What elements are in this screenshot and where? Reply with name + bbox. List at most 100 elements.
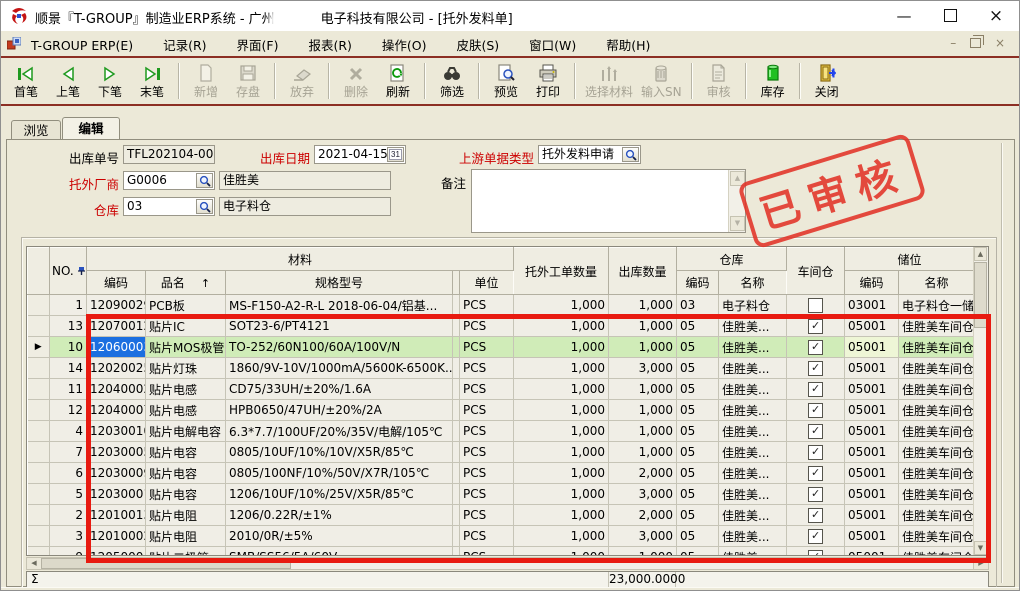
remark-textarea[interactable]: ▲ ▼	[471, 169, 746, 233]
last-record-button[interactable]: 末笔	[131, 59, 173, 103]
header-code[interactable]: 编码	[87, 271, 146, 295]
row-indicator-cell[interactable]	[28, 400, 50, 421]
inventory-button[interactable]: 库存	[752, 59, 794, 103]
cell-wh_name[interactable]: 佳胜美...	[719, 547, 787, 557]
cell-spec[interactable]: 2010/0R/±5%	[226, 526, 453, 547]
cell-no[interactable]: 5	[50, 484, 87, 505]
row-indicator-cell[interactable]	[28, 442, 50, 463]
cell-wh_name[interactable]: 佳胜美...	[719, 358, 787, 379]
cell-out_qty[interactable]: 3,000	[609, 526, 677, 547]
upstream-type-field[interactable]: 托外发料申请	[538, 145, 641, 164]
cell-spec[interactable]: 6.3*7.7/100UF/20%/35V/电解/105℃	[226, 421, 453, 442]
horizontal-scroll-thumb[interactable]	[41, 558, 291, 569]
cell-loc_name[interactable]: 佳胜美车间仓	[899, 442, 975, 463]
cell-code[interactable]: 12060003	[87, 337, 146, 358]
issue-date-field[interactable]: 2021-04-15 31	[314, 145, 406, 164]
menu-operation[interactable]: 操作(O)	[382, 38, 427, 53]
cell-code[interactable]: 12030009	[87, 463, 146, 484]
cell-out_qty[interactable]: 1,000	[609, 547, 677, 557]
cell-spec[interactable]: 1206/10UF/10%/25V/X5R/85℃	[226, 484, 453, 505]
scroll-right-icon[interactable]: ▶	[973, 558, 988, 569]
cell-workshop[interactable]: ✓	[787, 316, 845, 337]
cell-workshop[interactable]: ✓	[787, 379, 845, 400]
menu-window[interactable]: 窗口(W)	[529, 38, 576, 53]
cell-loc_name[interactable]: 佳胜美车间仓	[899, 484, 975, 505]
cell-loc_code[interactable]: 05001	[845, 463, 899, 484]
cell-name[interactable]: 贴片IC	[146, 316, 226, 337]
cell-wo_qty[interactable]: 1,000	[514, 316, 609, 337]
cell-wo_qty[interactable]: 1,000	[514, 400, 609, 421]
cell-wh_name[interactable]: 佳胜美...	[719, 442, 787, 463]
menu-tgroup-erp[interactable]: T-GROUP ERP(E)	[31, 38, 133, 53]
row-indicator-cell[interactable]	[28, 379, 50, 400]
mdi-restore-button[interactable]	[970, 38, 981, 48]
cell-wh_name[interactable]: 佳胜美...	[719, 505, 787, 526]
mdi-minimize-button[interactable]: –	[950, 36, 956, 50]
cell-loc_code[interactable]: 05001	[845, 421, 899, 442]
vendor-code-field[interactable]: G0006	[123, 171, 215, 190]
cell-workshop[interactable]: ✓	[787, 442, 845, 463]
cell-out_qty[interactable]: 1,000	[609, 421, 677, 442]
cell-no[interactable]: 6	[50, 463, 87, 484]
workshop-checkbox-unchecked[interactable]	[808, 298, 823, 313]
cell-loc_code[interactable]: 05001	[845, 400, 899, 421]
workshop-checkbox-checked[interactable]: ✓	[808, 487, 823, 502]
cell-unit[interactable]: PCS	[460, 316, 514, 337]
cell-wh_code[interactable]: 05	[677, 442, 719, 463]
cell-out_qty[interactable]: 2,000	[609, 505, 677, 526]
header-wh-code[interactable]: 编码	[677, 271, 719, 295]
cell-workshop[interactable]: ✓	[787, 421, 845, 442]
cell-loc_name[interactable]: 佳胜美车间仓	[899, 316, 975, 337]
cell-name[interactable]: 贴片电解电容	[146, 421, 226, 442]
cell-loc_code[interactable]: 03001	[845, 295, 899, 316]
header-spec[interactable]: 规格型号	[226, 271, 453, 295]
cell-wo_qty[interactable]: 1,000	[514, 547, 609, 557]
cell-out_qty[interactable]: 1,000	[609, 295, 677, 316]
cell-spec[interactable]: SMB/SS56/5A/60V	[226, 547, 453, 557]
cell-workshop[interactable]: ✓	[787, 526, 845, 547]
cell-workshop[interactable]: ✓	[787, 463, 845, 484]
cell-wh_code[interactable]: 05	[677, 505, 719, 526]
header-loc-code[interactable]: 编码	[845, 271, 899, 295]
cell-name[interactable]: 贴片电阻	[146, 505, 226, 526]
header-wh-name[interactable]: 名称	[719, 271, 787, 295]
cell-no[interactable]: 4	[50, 421, 87, 442]
vertical-scrollbar[interactable]: ▲ ▼	[973, 247, 988, 555]
cell-wh_name[interactable]: 佳胜美...	[719, 463, 787, 484]
cell-workshop[interactable]: ✓	[787, 400, 845, 421]
cell-wo_qty[interactable]: 1,000	[514, 442, 609, 463]
cell-wo_qty[interactable]: 1,000	[514, 526, 609, 547]
preview-button[interactable]: 预览	[485, 59, 527, 103]
cell-spec[interactable]: CD75/33UH/±20%/1.6A	[226, 379, 453, 400]
first-record-button[interactable]: 首笔	[5, 59, 47, 103]
header-name[interactable]: 品名↑	[146, 271, 226, 295]
cell-unit[interactable]: PCS	[460, 484, 514, 505]
cell-code[interactable]: 12030001	[87, 484, 146, 505]
cell-unit[interactable]: PCS	[460, 547, 514, 557]
row-indicator-cell[interactable]	[28, 421, 50, 442]
cell-name[interactable]: 贴片电感	[146, 379, 226, 400]
print-button[interactable]: 打印	[527, 59, 569, 103]
cell-name[interactable]: 贴片电容	[146, 463, 226, 484]
horizontal-scrollbar[interactable]: ◀ ▶	[26, 557, 989, 570]
menu-report[interactable]: 报表(R)	[308, 38, 351, 53]
cell-no[interactable]: 13	[50, 316, 87, 337]
cell-loc_code[interactable]: 05001	[845, 358, 899, 379]
cell-name[interactable]: 贴片电容	[146, 484, 226, 505]
tab-browse[interactable]: 浏览	[11, 120, 61, 140]
cell-spec[interactable]: SOT23-6/PT4121	[226, 316, 453, 337]
cell-code[interactable]: 12020025	[87, 358, 146, 379]
cell-code[interactable]: 12040002	[87, 379, 146, 400]
cell-wh_name[interactable]: 佳胜美...	[719, 421, 787, 442]
row-indicator-cell[interactable]	[28, 547, 50, 557]
workshop-checkbox-checked[interactable]: ✓	[808, 508, 823, 523]
header-wo-qty[interactable]: 托外工单数量	[514, 248, 609, 295]
cell-unit[interactable]: PCS	[460, 400, 514, 421]
cell-wh_code[interactable]: 05	[677, 316, 719, 337]
cell-wh_code[interactable]: 05	[677, 421, 719, 442]
workshop-checkbox-checked[interactable]: ✓	[808, 529, 823, 544]
cell-no[interactable]: 3	[50, 526, 87, 547]
cell-loc_name[interactable]: 佳胜美车间仓	[899, 379, 975, 400]
cell-name[interactable]: 贴片MOS极管	[146, 337, 226, 358]
cell-workshop[interactable]: ✓	[787, 358, 845, 379]
